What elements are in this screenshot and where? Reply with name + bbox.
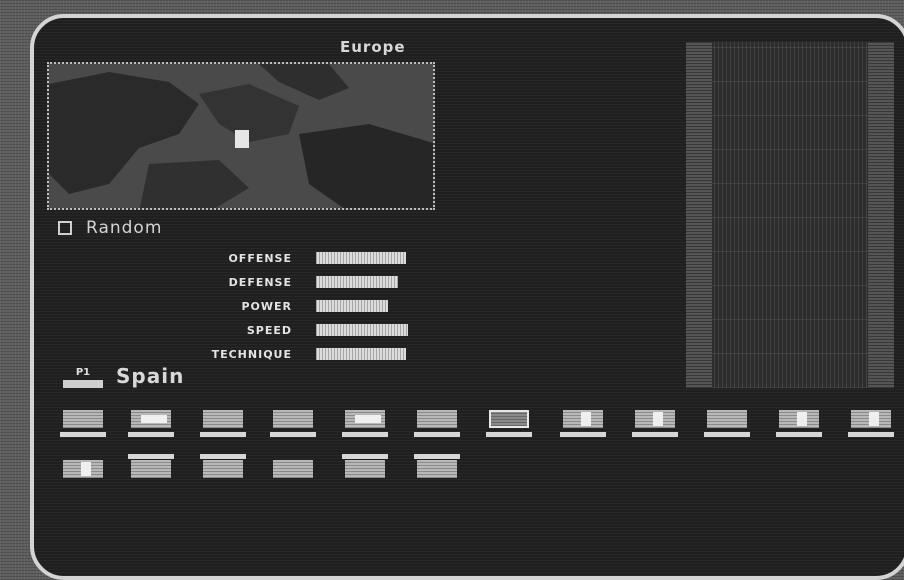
stat-label: SPEED	[246, 323, 292, 337]
stat-row-speed: SPEED	[150, 318, 416, 342]
team-flag[interactable]	[342, 454, 388, 486]
team-flag[interactable]	[60, 410, 106, 437]
team-flag[interactable]	[128, 410, 174, 437]
team-flag[interactable]	[200, 454, 246, 486]
stat-row-technique: TECHNIQUE	[150, 342, 416, 366]
random-label: Random	[86, 218, 163, 238]
team-flag[interactable]	[200, 410, 246, 437]
team-flag[interactable]	[632, 410, 678, 437]
stat-row-offense: OFFENSE	[150, 246, 416, 270]
team-flag-selected[interactable]	[486, 410, 532, 437]
team-flag[interactable]	[776, 410, 822, 437]
player-label: P1	[75, 367, 91, 378]
stat-row-defense: DEFENSE	[150, 270, 416, 294]
player-flag-icon	[63, 380, 103, 388]
team-flag[interactable]	[414, 454, 460, 486]
selected-country-marker	[235, 130, 249, 148]
region-map[interactable]	[47, 62, 435, 210]
roster-column-left	[686, 42, 712, 388]
random-checkbox[interactable]	[58, 221, 72, 235]
roster-column-right	[868, 42, 894, 388]
team-flag[interactable]	[128, 454, 174, 486]
stat-bar	[316, 252, 416, 264]
team-flag[interactable]	[342, 410, 388, 437]
team-name: Spain	[116, 364, 185, 388]
random-option[interactable]: Random	[58, 218, 162, 238]
team-flag[interactable]	[704, 410, 750, 437]
player-indicator: P1	[60, 368, 106, 388]
team-stats: OFFENSE DEFENSE POWER SPEED TECHNIQUE	[150, 246, 416, 366]
region-title: Europe	[340, 38, 406, 56]
stat-bar	[316, 348, 416, 360]
stat-label: POWER	[241, 299, 292, 313]
stat-bar	[316, 276, 416, 288]
europe-map-graphic	[49, 64, 433, 208]
team-flag[interactable]	[270, 460, 316, 486]
team-flag[interactable]	[848, 410, 894, 437]
team-flag[interactable]	[60, 460, 106, 486]
team-flag[interactable]	[560, 410, 606, 437]
selected-team: P1 Spain	[60, 364, 184, 388]
team-roster-panel	[686, 42, 894, 388]
stat-label: TECHNIQUE	[211, 347, 292, 361]
stat-bar	[316, 324, 416, 336]
team-flag[interactable]	[414, 410, 460, 437]
stat-label: DEFENSE	[228, 275, 292, 289]
team-flag[interactable]	[270, 410, 316, 437]
stat-label: OFFENSE	[228, 251, 292, 265]
stat-row-power: POWER	[150, 294, 416, 318]
stat-bar	[316, 300, 416, 312]
